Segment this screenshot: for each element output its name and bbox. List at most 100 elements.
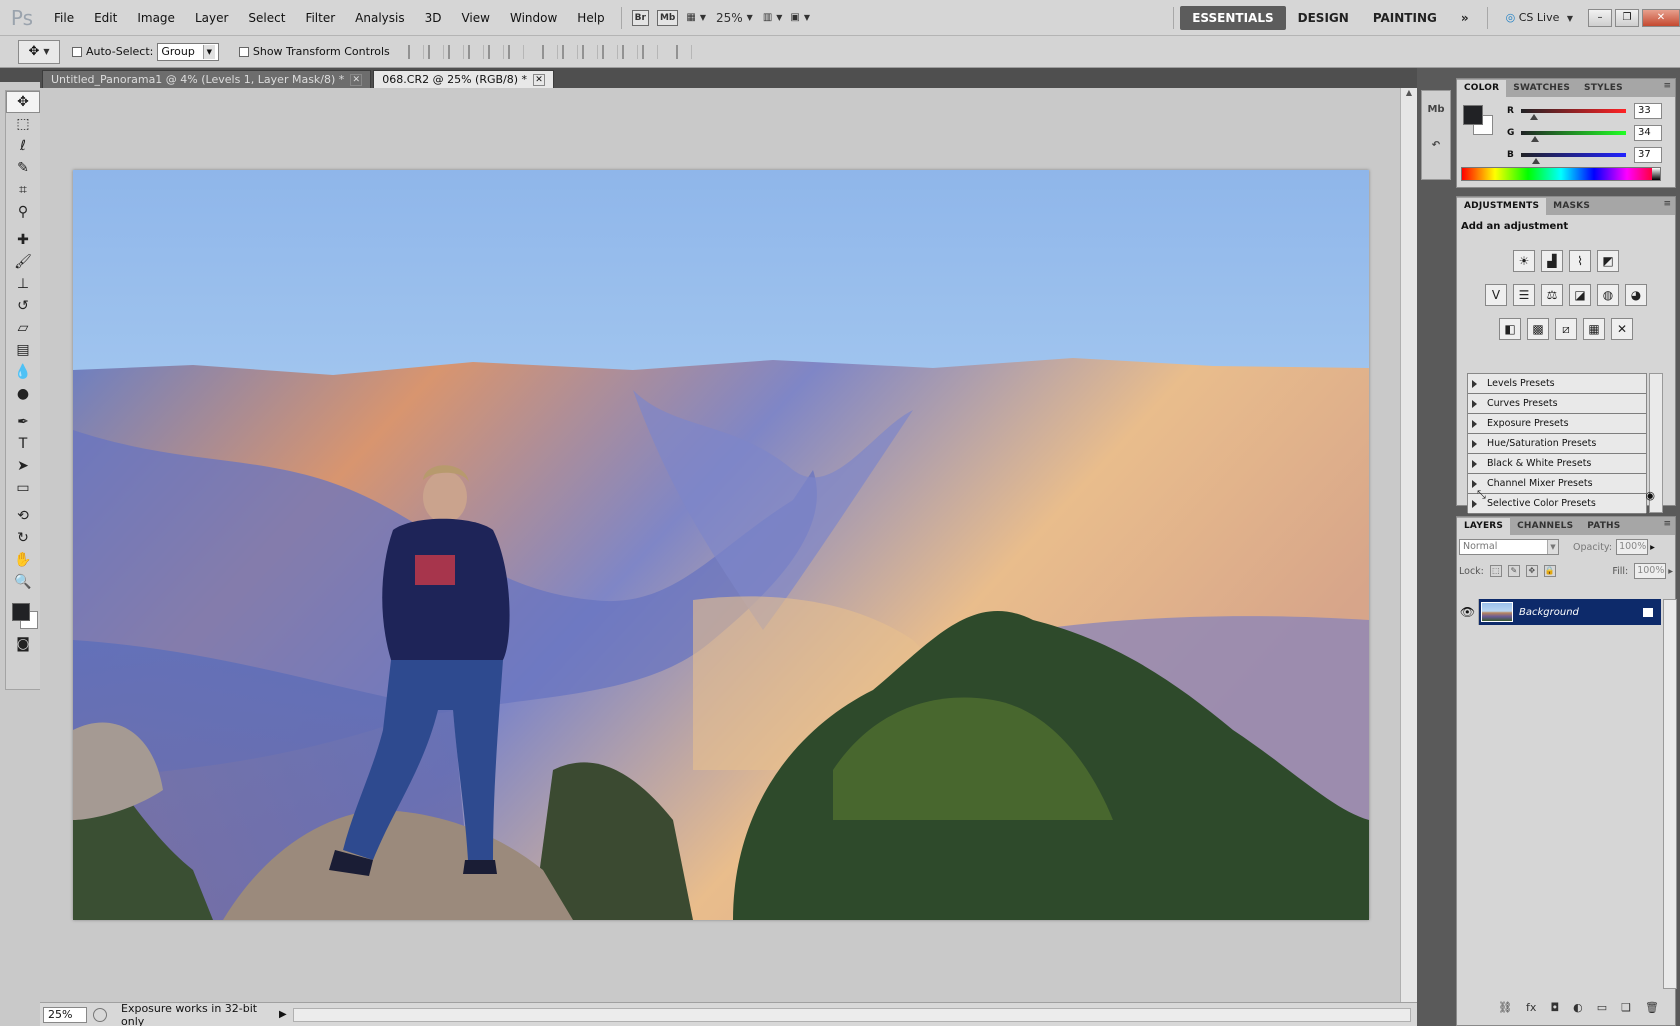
layer-background-selected[interactable]: Background [1479, 599, 1661, 625]
layer-row[interactable]: 👁 Background [1457, 599, 1661, 625]
preset-hue-saturation[interactable]: Hue/Saturation Presets [1468, 434, 1646, 454]
foreground-color-swatch[interactable] [1463, 105, 1483, 125]
lock-transparent-icon[interactable]: ⬚ [1489, 565, 1502, 577]
quick-mask-icon[interactable]: ◙ [6, 633, 40, 655]
tab-layers[interactable]: LAYERS [1457, 518, 1511, 535]
clip-to-layer-icon[interactable]: ◉ [1645, 489, 1655, 502]
panel-menu-icon[interactable]: ≡ [1663, 199, 1671, 209]
menu-3d[interactable]: 3D [415, 0, 452, 36]
rectangular-marquee-tool-icon[interactable]: ⬚ [6, 113, 40, 135]
tab-channels[interactable]: CHANNELS [1510, 518, 1580, 535]
lock-all-icon[interactable]: 🔒 [1543, 565, 1556, 577]
disclosure-triangle-icon[interactable] [1472, 439, 1477, 448]
tab-masks[interactable]: MASKS [1546, 198, 1597, 215]
distribute-top-icon[interactable] [541, 44, 558, 59]
layer-style-icon[interactable]: fx [1526, 1001, 1536, 1014]
show-transform-controls-checkbox[interactable] [238, 46, 249, 57]
new-group-icon[interactable]: ▭ [1597, 1001, 1607, 1014]
blend-mode-dropdown[interactable]: Normal ▼ [1459, 539, 1559, 555]
auto-select-target-dropdown[interactable]: Group ▼ [157, 42, 219, 61]
3d-rotate-tool-icon[interactable]: ⟲ [6, 505, 40, 527]
panel-menu-icon[interactable]: ≡ [1663, 81, 1671, 91]
lock-position-icon[interactable]: ✥ [1525, 565, 1538, 577]
restore-button[interactable]: ❐ [1615, 9, 1639, 27]
menu-image[interactable]: Image [127, 0, 185, 36]
menu-file[interactable]: File [44, 0, 84, 36]
screen-mode-button[interactable]: ▣ ▼ [786, 7, 814, 29]
opacity-slider-arrow-icon[interactable]: ▸ [1650, 542, 1655, 553]
tool-preset-picker[interactable]: ✥ ▼ [18, 39, 60, 64]
view-extras-button[interactable]: ▦ ▼ [682, 7, 710, 29]
photo-filter-icon[interactable]: ◍ [1597, 284, 1619, 306]
distribute-bottom-icon[interactable] [581, 44, 598, 59]
align-horizontal-center-icon[interactable] [487, 44, 504, 59]
tab-color[interactable]: COLOR [1457, 80, 1507, 97]
launch-bridge-button[interactable]: Br [628, 7, 653, 29]
threshold-icon[interactable]: ⧄ [1555, 318, 1577, 340]
color-spectrum-ramp[interactable] [1461, 167, 1661, 181]
3d-orbit-tool-icon[interactable]: ↻ [6, 527, 40, 549]
layers-scrollbar[interactable] [1663, 599, 1677, 989]
invert-icon[interactable]: ◧ [1499, 318, 1521, 340]
tab-swatches[interactable]: SWATCHES [1506, 80, 1577, 97]
align-bottom-icon[interactable] [447, 44, 464, 59]
slider-thumb-icon[interactable] [1532, 158, 1540, 164]
zoom-tool-icon[interactable]: 🔍 [6, 571, 40, 593]
blue-slider[interactable] [1521, 153, 1626, 164]
workspace-design[interactable]: DESIGN [1286, 6, 1361, 30]
close-icon[interactable]: ✕ [533, 73, 546, 86]
close-window-button[interactable]: ✕ [1642, 9, 1680, 27]
link-layers-icon[interactable]: ⛓ [1498, 1001, 1512, 1014]
crop-tool-icon[interactable]: ⌗ [6, 179, 40, 201]
tools-panel-header[interactable] [0, 68, 40, 82]
canvas-horizontal-scrollbar[interactable] [292, 1007, 1411, 1022]
quick-selection-tool-icon[interactable]: ✎ [6, 157, 40, 179]
disclosure-triangle-icon[interactable] [1472, 419, 1477, 428]
workspace-essentials[interactable]: ESSENTIALS [1180, 6, 1286, 30]
color-balance-icon[interactable]: ⚖ [1541, 284, 1563, 306]
panel-menu-icon[interactable]: ≡ [1663, 519, 1671, 529]
hand-tool-icon[interactable]: ✋ [6, 549, 40, 571]
align-right-icon[interactable] [507, 44, 524, 59]
menu-view[interactable]: View [451, 0, 499, 36]
black-white-icon[interactable]: ◪ [1569, 284, 1591, 306]
green-value-field[interactable]: 34 [1634, 125, 1662, 141]
launch-mini-bridge-button[interactable]: Mb [653, 7, 682, 29]
arrange-documents-button[interactable]: ▥ ▼ [759, 7, 787, 29]
fill-slider-arrow-icon[interactable]: ▸ [1668, 566, 1673, 577]
cs-live-button[interactable]: ◎ CS Live ▼ [1494, 6, 1585, 30]
move-tool-icon[interactable]: ✥ [6, 91, 40, 113]
add-mask-icon[interactable]: ◘ [1550, 1001, 1559, 1014]
zoom-level-dropdown[interactable]: 25% ▼ [710, 11, 759, 25]
menu-window[interactable]: Window [500, 0, 567, 36]
document-photo[interactable] [73, 170, 1369, 920]
align-vertical-center-icon[interactable] [427, 44, 444, 59]
distribute-right-icon[interactable] [641, 44, 658, 59]
selective-color-icon[interactable]: ✕ [1611, 318, 1633, 340]
hue-saturation-icon[interactable]: ☰ [1513, 284, 1535, 306]
menu-help[interactable]: Help [567, 0, 614, 36]
slider-thumb-icon[interactable] [1530, 114, 1538, 120]
menu-select[interactable]: Select [238, 0, 295, 36]
new-adjustment-layer-icon[interactable]: ◐ [1573, 1001, 1583, 1014]
tab-styles[interactable]: STYLES [1577, 80, 1630, 97]
type-tool-icon[interactable]: T [6, 433, 40, 455]
red-value-field[interactable]: 33 [1634, 103, 1662, 119]
channel-mixer-icon[interactable]: ◕ [1625, 284, 1647, 306]
clone-stamp-tool-icon[interactable]: ⊥ [6, 273, 40, 295]
brightness-contrast-icon[interactable]: ☀ [1513, 250, 1535, 272]
brush-tool-icon[interactable]: 🖌 [6, 251, 40, 273]
auto-align-layers-icon[interactable] [675, 44, 692, 59]
gradient-map-icon[interactable]: ▦ [1583, 318, 1605, 340]
red-slider[interactable] [1521, 109, 1626, 120]
lasso-tool-icon[interactable]: ℓ [6, 135, 40, 157]
preset-levels[interactable]: Levels Presets [1468, 374, 1646, 394]
lock-image-icon[interactable]: ✎ [1507, 565, 1520, 577]
close-icon[interactable]: ✕ [350, 73, 363, 86]
align-top-icon[interactable] [407, 44, 424, 59]
tab-adjustments[interactable]: ADJUSTMENTS [1457, 198, 1547, 215]
status-menu-arrow-icon[interactable]: ▶ [279, 1009, 287, 1020]
mini-bridge-panel-icon[interactable]: Mb [1422, 91, 1450, 127]
path-selection-tool-icon[interactable]: ➤ [6, 455, 40, 477]
gradient-tool-icon[interactable]: ▤ [6, 339, 40, 361]
